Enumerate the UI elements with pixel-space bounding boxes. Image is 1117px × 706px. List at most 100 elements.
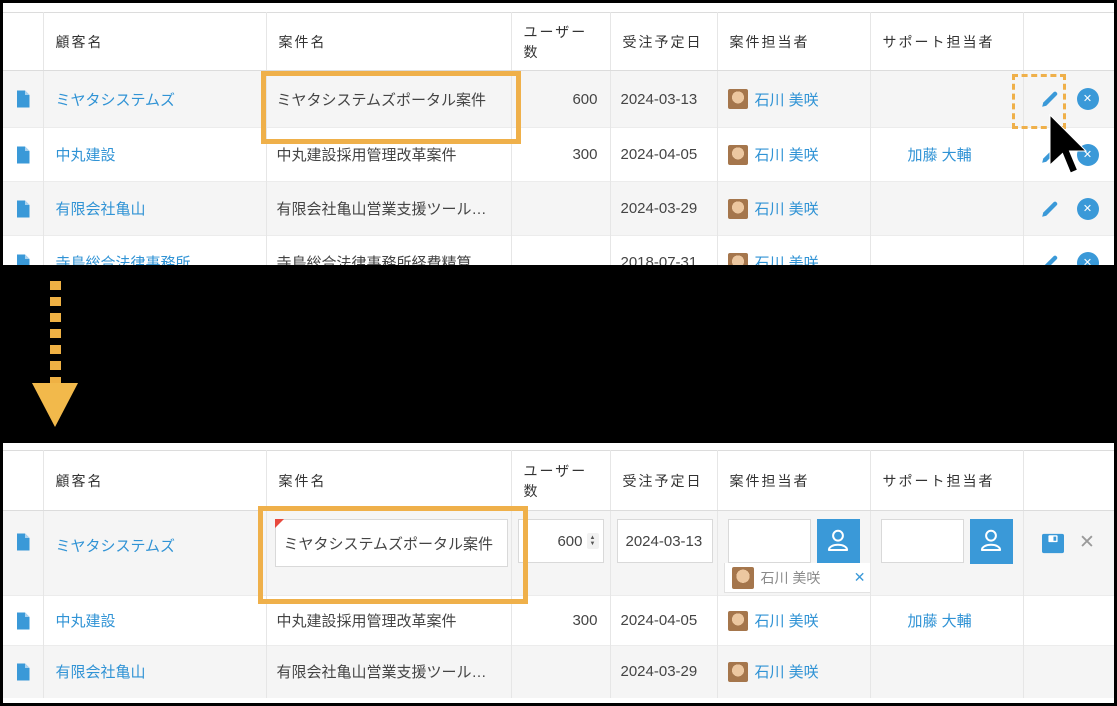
header-record-icon xyxy=(3,13,43,71)
header-customer: 顧客名 xyxy=(43,451,266,511)
document-icon[interactable] xyxy=(12,661,34,683)
case-cell: 有限会社亀山営業支援ツール… xyxy=(266,182,511,236)
person-icon xyxy=(977,526,1005,557)
avatar xyxy=(728,89,748,109)
case-cell: 中丸建設採用管理改革案件 xyxy=(266,596,511,646)
edit-row-button[interactable] xyxy=(1039,252,1061,265)
owner-search-input[interactable] xyxy=(728,519,812,563)
order-date-cell: 2024-03-29 xyxy=(610,182,717,236)
table-row: 有限会社亀山 有限会社亀山営業支援ツール… 2024-03-29 石川 美咲 xyxy=(3,646,1114,698)
avatar xyxy=(728,145,748,165)
support-cell xyxy=(870,236,1023,266)
remove-user-icon[interactable]: ✕ xyxy=(854,569,866,586)
edit-row-button[interactable] xyxy=(1039,144,1061,166)
header-case: 案件名 xyxy=(266,13,511,71)
delete-row-button[interactable]: ✕ xyxy=(1077,198,1099,220)
header-owner: 案件担当者 xyxy=(717,13,870,71)
table-view-after: 顧客名 案件名 ユーザー数 受注予定日 案件担当者 サポート担当者 ミヤタシステ… xyxy=(3,443,1114,703)
records-table-editing: 顧客名 案件名 ユーザー数 受注予定日 案件担当者 サポート担当者 ミヤタシステ… xyxy=(3,450,1114,698)
users-cell xyxy=(511,646,610,698)
case-name-input[interactable]: ミヤタシステムズポータル案件 xyxy=(275,519,508,567)
delete-row-button[interactable]: ✕ xyxy=(1077,88,1099,110)
avatar xyxy=(881,145,901,165)
header-support: サポート担当者 xyxy=(870,13,1023,71)
header-users: ユーザー数 xyxy=(511,13,610,71)
table-row-editing: ミヤタシステムズ ミヤタシステムズポータル案件 600 ▲▼ 2024-03-1… xyxy=(3,511,1114,596)
support-cell xyxy=(870,182,1023,236)
customer-link[interactable]: ミヤタシステムズ xyxy=(56,92,176,109)
support-cell xyxy=(870,646,1023,698)
edit-row-button[interactable] xyxy=(1039,198,1061,220)
avatar xyxy=(881,611,901,631)
selected-user-chip: 石川 美咲 ✕ xyxy=(724,563,871,593)
document-icon[interactable] xyxy=(12,531,34,553)
avatar xyxy=(728,253,748,265)
table-view-before: 顧客名 案件名 ユーザー数 受注予定日 案件担当者 サポート担当者 ミヤタシステ… xyxy=(3,3,1114,265)
header-row: 顧客名 案件名 ユーザー数 受注予定日 案件担当者 サポート担当者 xyxy=(3,451,1114,511)
customer-link[interactable]: ミヤタシステムズ xyxy=(56,538,176,555)
document-icon[interactable] xyxy=(12,198,34,220)
header-order-date: 受注予定日 xyxy=(610,13,717,71)
owner-link[interactable]: 石川 美咲 xyxy=(755,661,819,682)
support-cell xyxy=(870,71,1023,128)
owner-link[interactable]: 石川 美咲 xyxy=(755,89,819,110)
order-date-cell: 2024-04-05 xyxy=(610,596,717,646)
support-search-input[interactable] xyxy=(881,519,965,563)
arrow-down-icon xyxy=(50,281,61,385)
order-date-cell: 2018-07-31 xyxy=(610,236,717,266)
owner-link[interactable]: 石川 美咲 xyxy=(755,610,819,631)
users-cell: 600 xyxy=(511,71,610,128)
selected-user-name: 石川 美咲 xyxy=(761,568,847,588)
avatar xyxy=(728,611,748,631)
records-table: 顧客名 案件名 ユーザー数 受注予定日 案件担当者 サポート担当者 ミヤタシステ… xyxy=(3,12,1114,265)
delete-row-button[interactable]: ✕ xyxy=(1077,252,1099,265)
header-case: 案件名 xyxy=(266,451,511,511)
document-icon[interactable] xyxy=(12,144,34,166)
case-cell: ミヤタシステムズポータル案件 xyxy=(266,71,511,128)
support-pick-user-button[interactable] xyxy=(970,519,1012,564)
table-row: 中丸建設 中丸建設採用管理改革案件 300 2024-04-05 石川 美咲 加… xyxy=(3,596,1114,646)
avatar xyxy=(728,662,748,682)
table-row: 有限会社亀山 有限会社亀山営業支援ツール… 2024-03-29 石川 美咲 ✕ xyxy=(3,182,1114,236)
customer-link[interactable]: 有限会社亀山 xyxy=(56,201,146,218)
delete-row-button[interactable]: ✕ xyxy=(1077,144,1099,166)
edit-row-button[interactable] xyxy=(1039,88,1061,110)
order-date-cell: 2024-04-05 xyxy=(610,128,717,182)
users-cell: 300 xyxy=(511,128,610,182)
document-icon[interactable] xyxy=(12,88,34,110)
document-icon[interactable] xyxy=(12,252,34,265)
customer-link[interactable]: 中丸建設 xyxy=(56,613,116,630)
header-order-date: 受注予定日 xyxy=(610,451,717,511)
header-record-icon xyxy=(3,451,43,511)
support-link[interactable]: 加藤 大輔 xyxy=(908,144,972,165)
header-support: サポート担当者 xyxy=(870,451,1023,511)
owner-pick-user-button[interactable] xyxy=(817,519,859,564)
customer-link[interactable]: 寺島総合法律事務所 xyxy=(56,255,191,265)
owner-link[interactable]: 石川 美咲 xyxy=(755,252,819,265)
customer-link[interactable]: 中丸建設 xyxy=(56,147,116,164)
arrow-down-head xyxy=(32,383,78,427)
person-icon xyxy=(824,526,852,557)
document-icon[interactable] xyxy=(12,610,34,632)
order-date-input[interactable]: 2024-03-13 xyxy=(617,519,713,563)
header-customer: 顧客名 xyxy=(43,13,266,71)
table-row: ミヤタシステムズ ミヤタシステムズポータル案件 600 2024-03-13 石… xyxy=(3,71,1114,128)
save-row-button[interactable] xyxy=(1042,532,1064,554)
customer-link[interactable]: 有限会社亀山 xyxy=(56,664,146,681)
required-marker xyxy=(275,519,284,528)
cancel-edit-button[interactable]: ✕ xyxy=(1079,533,1095,553)
order-date-cell: 2024-03-13 xyxy=(610,71,717,128)
owner-link[interactable]: 石川 美咲 xyxy=(755,144,819,165)
support-link[interactable]: 加藤 大輔 xyxy=(908,610,972,631)
avatar xyxy=(732,567,754,589)
header-row: 顧客名 案件名 ユーザー数 受注予定日 案件担当者 サポート担当者 xyxy=(3,13,1114,71)
users-count-input[interactable]: 600 ▲▼ xyxy=(518,519,604,563)
case-cell: 中丸建設採用管理改革案件 xyxy=(266,128,511,182)
users-cell: 300 xyxy=(511,596,610,646)
users-cell xyxy=(511,182,610,236)
table-row: 寺島総合法律事務所 寺島総合法律事務所経費精算… 2018-07-31 石川 美… xyxy=(3,236,1114,266)
owner-link[interactable]: 石川 美咲 xyxy=(755,198,819,219)
case-cell: 寺島総合法律事務所経費精算… xyxy=(266,236,511,266)
avatar xyxy=(728,199,748,219)
number-spinner[interactable]: ▲▼ xyxy=(587,533,599,549)
